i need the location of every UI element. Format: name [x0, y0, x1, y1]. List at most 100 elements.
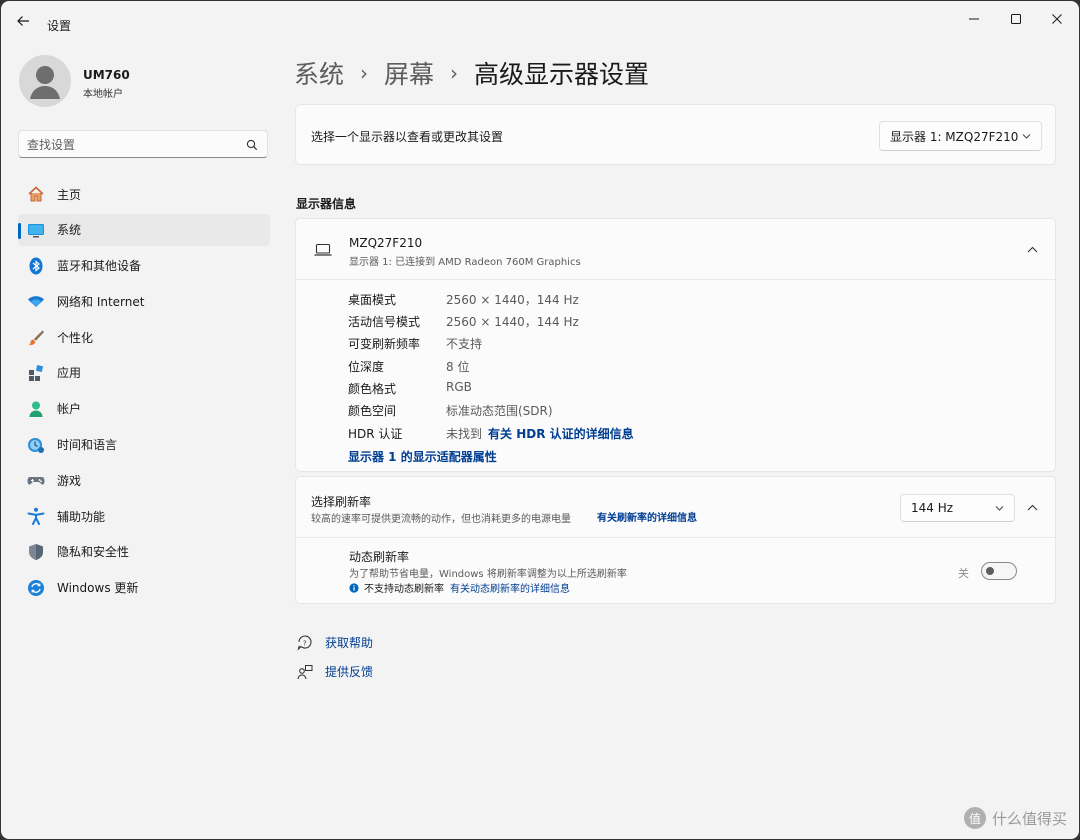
- sidebar-item-label: 蓝牙和其他设备: [57, 259, 142, 274]
- avatar[interactable]: [19, 55, 71, 107]
- close-icon: [1052, 14, 1062, 24]
- sidebar-item-privacy[interactable]: 隐私和安全性: [18, 536, 270, 568]
- sidebar-item-gaming[interactable]: 游戏: [18, 464, 270, 496]
- wifi-icon: [27, 292, 45, 310]
- monitor-name: MZQ27F210: [349, 236, 423, 250]
- adapter-properties-link[interactable]: 显示器 1 的显示适配器属性: [348, 448, 497, 465]
- sidebar-item-system[interactable]: 系统: [18, 213, 270, 246]
- breadcrumb: 系统 › 屏幕 › 高级显示器设置: [294, 55, 649, 91]
- back-button[interactable]: [15, 13, 35, 33]
- dynamic-refresh-toggle[interactable]: [981, 562, 1017, 580]
- search-icon[interactable]: [246, 139, 258, 151]
- apps-icon: [27, 364, 45, 382]
- info-row: 桌面模式 2560 × 1440，144 Hz: [348, 293, 579, 307]
- search-box[interactable]: [18, 130, 268, 158]
- display-info-section-title: 显示器信息: [296, 197, 357, 211]
- feedback-icon: [296, 664, 314, 680]
- time-language-icon: [27, 436, 45, 454]
- toggle-knob: [986, 567, 994, 575]
- info-row: 颜色空间 标准动态范围(SDR): [348, 404, 553, 418]
- dynamic-refresh-note-text: 不支持动态刷新率: [364, 584, 444, 595]
- refresh-rate-info-link[interactable]: 有关刷新率的详细信息: [597, 509, 697, 524]
- chevron-up-icon: [1027, 246, 1038, 253]
- maximize-icon: [1011, 14, 1021, 24]
- title-bar: 设置: [1, 1, 1079, 41]
- laptop-icon: [314, 243, 332, 256]
- display-select-label: 选择一个显示器以查看或更改其设置: [311, 130, 504, 144]
- chevron-down-icon: [1022, 134, 1031, 139]
- sidebar-item-accessibility[interactable]: 辅助功能: [18, 500, 270, 532]
- sidebar-nav: 主页 系统 蓝牙和其他设备 网络和 Internet 个性化 应用 帐户 时间和…: [18, 178, 270, 608]
- sidebar-item-label: 帐户: [57, 402, 82, 417]
- feedback-row[interactable]: 提供反馈: [296, 663, 373, 680]
- sidebar-item-label: 主页: [57, 187, 82, 202]
- bluetooth-icon: [27, 257, 45, 275]
- dynamic-refresh-desc: 为了帮助节省电量，Windows 将刷新率调整为以上所选刷新率: [349, 569, 627, 580]
- sidebar-item-bluetooth[interactable]: 蓝牙和其他设备: [18, 250, 270, 282]
- home-icon: [27, 185, 45, 203]
- adapter-row: 显示器 1 的显示适配器属性: [348, 448, 497, 465]
- breadcrumb-display[interactable]: 屏幕: [384, 55, 434, 91]
- minimize-icon: [969, 18, 979, 20]
- sidebar-item-label: 应用: [57, 366, 82, 381]
- chevron-up-icon[interactable]: [1027, 504, 1038, 511]
- sidebar-item-time-language[interactable]: 时间和语言: [18, 429, 270, 461]
- refresh-rate-header: 选择刷新率 较高的速率可提供更流畅的动作，但也消耗更多的电源电量 有关刷新率的详…: [296, 477, 1055, 538]
- system-icon: [27, 221, 45, 239]
- sidebar-item-home[interactable]: 主页: [18, 178, 270, 210]
- hdr-info-link[interactable]: 有关 HDR 认证的详细信息: [488, 425, 634, 442]
- user-avatar-icon: [30, 66, 60, 99]
- display-select-dropdown[interactable]: 显示器 1: MZQ27F210: [879, 121, 1042, 151]
- chevron-down-icon: [995, 506, 1004, 511]
- dynamic-refresh-info-link[interactable]: 有关动态刷新率的详细信息: [450, 580, 570, 595]
- sidebar-item-network[interactable]: 网络和 Internet: [18, 285, 270, 317]
- account-type: 本地帐户: [83, 89, 123, 100]
- back-arrow-icon: [17, 16, 29, 26]
- brush-icon: [27, 328, 45, 346]
- account-icon: [27, 400, 45, 418]
- monitor-connection: 显示器 1: 已连接到 AMD Radeon 760M Graphics: [349, 257, 581, 268]
- search-input[interactable]: [27, 136, 237, 153]
- info-row: 可变刷新频率 不支持: [348, 337, 483, 351]
- sidebar-item-label: 辅助功能: [57, 509, 106, 524]
- close-button[interactable]: [1046, 9, 1068, 31]
- app-title: 设置: [47, 19, 72, 33]
- get-help-link[interactable]: 获取帮助: [325, 634, 373, 651]
- sidebar-item-accounts[interactable]: 帐户: [18, 393, 270, 425]
- chevron-right-icon: ›: [450, 61, 459, 85]
- breadcrumb-system[interactable]: 系统: [294, 55, 344, 91]
- gamepad-icon: [27, 471, 45, 489]
- info-icon: [349, 582, 359, 593]
- maximize-button[interactable]: [1005, 9, 1027, 31]
- watermark: 值 什么值得买: [963, 807, 1067, 829]
- dynamic-refresh-note: 不支持动态刷新率 有关动态刷新率的详细信息: [349, 580, 570, 595]
- refresh-rate-card: 选择刷新率 较高的速率可提供更流畅的动作，但也消耗更多的电源电量 有关刷新率的详…: [295, 476, 1056, 604]
- sidebar-item-label: 游戏: [57, 473, 82, 488]
- sidebar-item-personalization[interactable]: 个性化: [18, 321, 270, 353]
- chevron-right-icon: ›: [360, 61, 369, 85]
- sidebar-item-label: 时间和语言: [57, 438, 118, 453]
- update-icon: [27, 579, 45, 597]
- display-info-header[interactable]: MZQ27F210 显示器 1: 已连接到 AMD Radeon 760M Gr…: [296, 219, 1055, 280]
- minimize-button[interactable]: [963, 9, 985, 31]
- display-select-value: 显示器 1: MZQ27F210: [890, 129, 1019, 144]
- dynamic-refresh-title: 动态刷新率: [349, 550, 410, 564]
- refresh-rate-dropdown[interactable]: 144 Hz: [900, 494, 1015, 522]
- feedback-link[interactable]: 提供反馈: [325, 663, 373, 680]
- toggle-state-label: 关: [958, 567, 969, 580]
- sidebar-item-label: 网络和 Internet: [57, 294, 145, 309]
- display-select-card: 选择一个显示器以查看或更改其设置 显示器 1: MZQ27F210: [295, 104, 1056, 165]
- info-row: 颜色格式 RGB: [348, 380, 472, 396]
- sidebar-item-apps[interactable]: 应用: [18, 357, 270, 389]
- refresh-rate-value: 144 Hz: [911, 501, 954, 515]
- accessibility-icon: [27, 507, 45, 526]
- get-help-row[interactable]: ? 获取帮助: [296, 634, 373, 651]
- sidebar-item-label: Windows 更新: [57, 581, 139, 596]
- sidebar-item-label: 隐私和安全性: [57, 545, 130, 560]
- svg-text:?: ?: [303, 639, 307, 647]
- page-title: 高级显示器设置: [474, 60, 650, 89]
- hdr-row: HDR 认证 未找到 有关 HDR 认证的详细信息: [348, 425, 634, 442]
- sidebar-item-windows-update[interactable]: Windows 更新: [18, 572, 270, 604]
- watermark-text: 什么值得买: [991, 809, 1067, 828]
- settings-window: 设置 UM760 本地帐户 主页: [1, 1, 1079, 839]
